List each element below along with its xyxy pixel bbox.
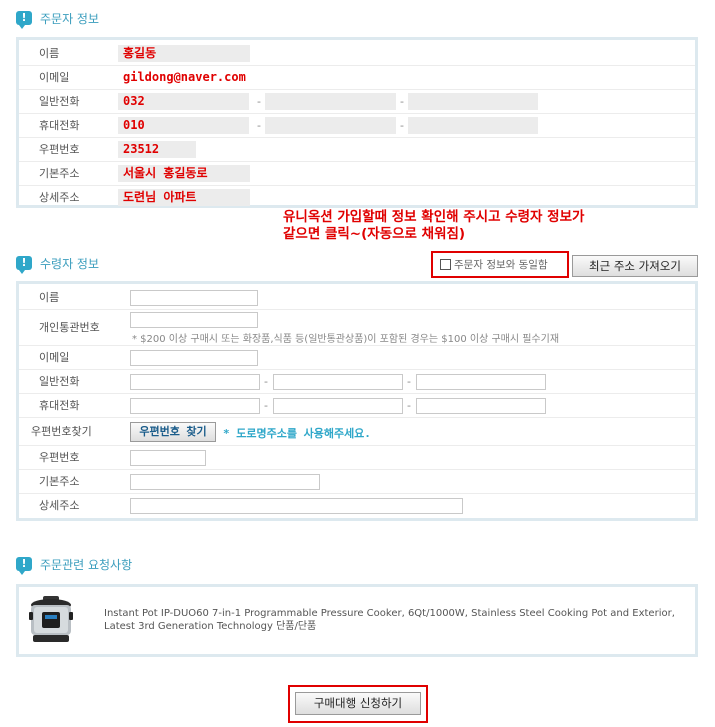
orderer-mobile-part1[interactable]: 010	[118, 117, 249, 134]
orderer-section-header: ! 주문자 정보	[16, 9, 100, 29]
annotation-line-1: 유니옥션 가입할때 정보 확인해 주시고 수령자 정보가	[283, 209, 585, 225]
orderer-name-field[interactable]: 홍길동	[118, 45, 250, 62]
same-as-orderer-checkbox[interactable]	[440, 259, 451, 270]
exclamation-icon: !	[16, 557, 32, 575]
orderer-phone-part3[interactable]	[408, 93, 538, 110]
orderer-postcode-label: 우편번호	[39, 143, 80, 156]
orderer-address-detail-field[interactable]: 도련님 아파트	[118, 189, 250, 206]
recipient-name-label: 이름	[39, 291, 60, 304]
product-image	[29, 594, 73, 646]
postcode-search-button[interactable]: 우편번호 찾기	[130, 422, 216, 442]
recipient-mobile-part3[interactable]	[416, 398, 546, 414]
customs-code-input[interactable]	[130, 312, 258, 328]
requests-section-title: 주문관련 요청사항	[40, 557, 133, 572]
orderer-row-phone: 일반전화 032 - -	[19, 90, 695, 114]
recipient-info-box: 이름 개인통관번호 * $200 이상 구매시 또는 화장품,식품 등(일반통관…	[16, 281, 698, 521]
orderer-email-field[interactable]: gildong@naver.com	[118, 69, 298, 86]
recipient-phone-part1[interactable]	[130, 374, 260, 390]
phone-dash: -	[400, 95, 404, 108]
orderer-row-mobile: 휴대전화 010 - -	[19, 114, 695, 138]
orderer-section-title: 주문자 정보	[40, 11, 100, 26]
orderer-address-field[interactable]: 서울시 홍길동로	[118, 165, 250, 182]
postcode-search-label: 우편번호찾기	[31, 425, 92, 438]
orderer-row-address: 기본주소 서울시 홍길동로	[19, 162, 695, 186]
recipient-postcode-label: 우편번호	[39, 451, 80, 464]
mobile-dash: -	[264, 399, 268, 412]
product-description: Instant Pot IP-DUO60 7-in-1 Programmable…	[104, 608, 675, 632]
recipient-address-label: 기본주소	[39, 475, 80, 488]
pressure-cooker-icon	[29, 596, 73, 642]
orderer-row-email: 이메일 gildong@naver.com	[19, 66, 695, 90]
orderer-info-box: 이름 홍길동 이메일 gildong@naver.com 일반전화 032 - …	[16, 37, 698, 208]
orderer-postcode-field[interactable]: 23512	[118, 141, 196, 158]
orderer-phone-part2[interactable]	[265, 93, 396, 110]
recipient-row-customs: 개인통관번호 * $200 이상 구매시 또는 화장품,식품 등(일반통관상품)…	[19, 310, 695, 346]
mobile-dash: -	[257, 119, 261, 132]
recipient-address-detail-label: 상세주소	[39, 499, 80, 512]
recipient-row-phone: 일반전화 - -	[19, 370, 695, 394]
recipient-row-address: 기본주소	[19, 470, 695, 494]
phone-dash: -	[407, 375, 411, 388]
recipient-email-label: 이메일	[39, 351, 70, 364]
annotation-text: 유니옥션 가입할때 정보 확인해 주시고 수령자 정보가 같으면 클릭~(자동으…	[283, 209, 584, 243]
recipient-section-header: ! 수령자 정보	[16, 254, 100, 274]
orderer-mobile-label: 휴대전화	[39, 119, 80, 132]
recipient-mobile-part1[interactable]	[130, 398, 260, 414]
recipient-row-postcode: 우편번호	[19, 446, 695, 470]
orderer-address-detail-label: 상세주소	[39, 191, 80, 204]
recipient-row-name: 이름	[19, 286, 695, 310]
recipient-phone-label: 일반전화	[39, 375, 80, 388]
exclamation-icon: !	[16, 11, 32, 29]
orderer-row-name: 이름 홍길동	[19, 42, 695, 66]
recipient-postcode-input[interactable]	[130, 450, 206, 466]
same-as-orderer-option[interactable]: 주문자 정보와 동일함	[440, 257, 548, 272]
recipient-row-email: 이메일	[19, 346, 695, 370]
orderer-mobile-part3[interactable]	[408, 117, 538, 134]
requests-section-header: ! 주문관련 요청사항	[16, 555, 133, 575]
exclamation-icon: !	[16, 256, 32, 274]
recent-address-button[interactable]: 최근 주소 가져오기	[572, 255, 698, 277]
recipient-address-detail-input[interactable]	[130, 498, 463, 514]
recipient-row-postcode-search: 우편번호찾기 우편번호 찾기 * 도로명주소를 사용해주세요.	[19, 418, 695, 446]
same-as-orderer-label: 주문자 정보와 동일함	[454, 259, 548, 271]
orderer-address-label: 기본주소	[39, 167, 80, 180]
phone-dash: -	[257, 95, 261, 108]
annotation-line-2: 같으면 클릭~(자동으로 채워짐)	[283, 226, 466, 242]
orderer-phone-part1[interactable]: 032	[118, 93, 249, 110]
orderer-row-postcode: 우편번호 23512	[19, 138, 695, 162]
recipient-section-title: 수령자 정보	[40, 256, 100, 271]
customs-note: * $200 이상 구매시 또는 화장품,식품 등(일반통관상품)이 포함된 경…	[132, 334, 560, 345]
orderer-mobile-part2[interactable]	[265, 117, 396, 134]
phone-dash: -	[264, 375, 268, 388]
orderer-name-label: 이름	[39, 47, 60, 60]
orderer-phone-label: 일반전화	[39, 95, 80, 108]
recipient-phone-part2[interactable]	[273, 374, 403, 390]
recipient-row-address-detail: 상세주소	[19, 494, 695, 518]
postcode-search-note: * 도로명주소를 사용해주세요.	[223, 427, 371, 440]
recipient-mobile-label: 휴대전화	[39, 399, 80, 412]
recipient-row-mobile: 휴대전화 - -	[19, 394, 695, 418]
mobile-dash: -	[407, 399, 411, 412]
orderer-email-label: 이메일	[39, 71, 70, 84]
recipient-name-input[interactable]	[130, 290, 258, 306]
recipient-email-input[interactable]	[130, 350, 258, 366]
recipient-address-input[interactable]	[130, 474, 320, 490]
recipient-phone-part3[interactable]	[416, 374, 546, 390]
submit-purchase-request-button[interactable]: 구매대행 신청하기	[295, 692, 421, 715]
product-box: Instant Pot IP-DUO60 7-in-1 Programmable…	[16, 584, 698, 657]
recipient-customs-label: 개인통관번호	[39, 321, 100, 334]
recipient-mobile-part2[interactable]	[273, 398, 403, 414]
mobile-dash: -	[400, 119, 404, 132]
orderer-row-address-detail: 상세주소 도련님 아파트	[19, 186, 695, 210]
